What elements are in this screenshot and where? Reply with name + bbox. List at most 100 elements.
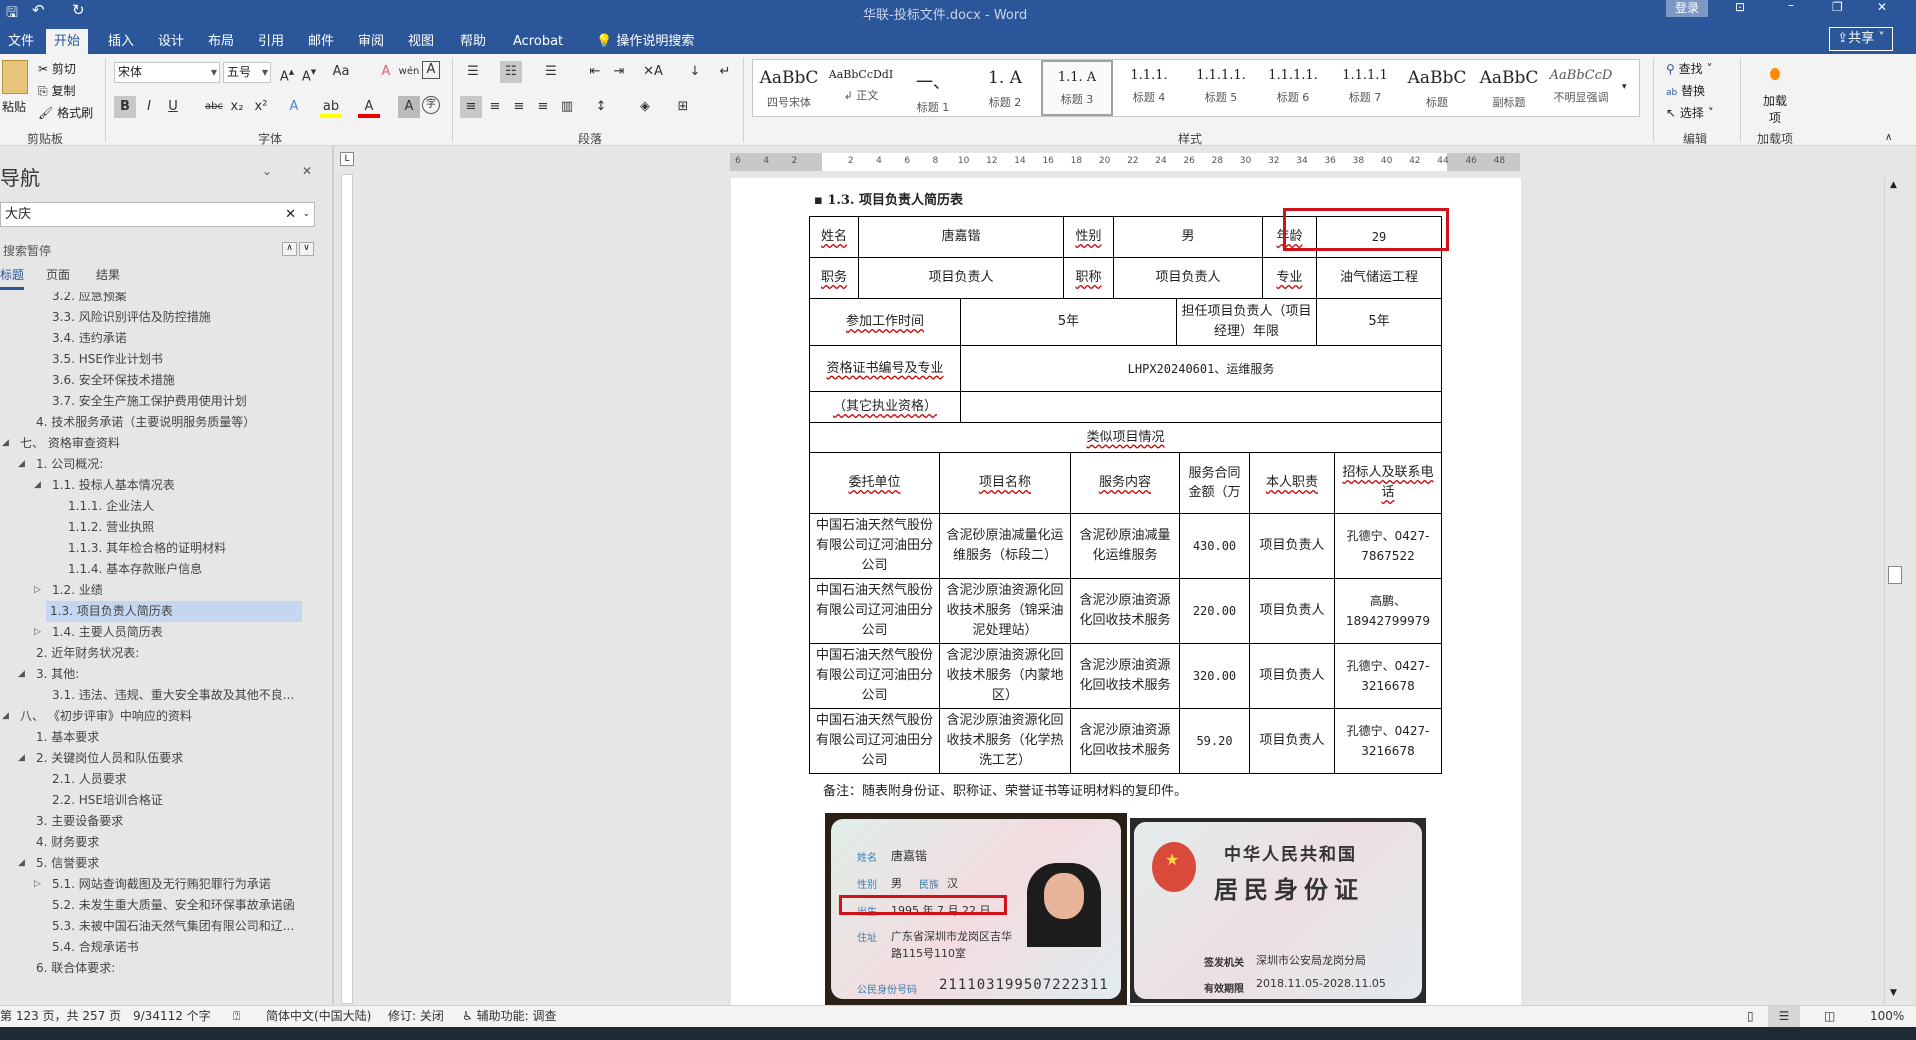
collapse-icon[interactable]: ◢ bbox=[2, 433, 9, 454]
italic-icon[interactable]: I bbox=[138, 96, 160, 118]
vertical-scrollbar[interactable]: ▲ ▼ bbox=[1884, 178, 1906, 1005]
style-3[interactable]: 1. A 标题 2 bbox=[969, 60, 1041, 116]
table-cell[interactable]: 项目负责人 bbox=[1249, 708, 1335, 774]
nav-item[interactable]: 2.2. HSE培训合格证 bbox=[0, 790, 320, 811]
text-effects-icon[interactable]: A bbox=[283, 96, 305, 118]
nav-item[interactable]: 2.1. 人员要求 bbox=[0, 769, 320, 790]
phonetic-guide-icon[interactable]: wén bbox=[398, 61, 420, 83]
font-color-icon[interactable]: A bbox=[358, 96, 380, 118]
close-icon[interactable]: ✕ bbox=[1877, 0, 1887, 14]
shading-icon[interactable]: ◈ bbox=[634, 96, 656, 118]
table-cell[interactable]: 项目负责人 bbox=[1249, 578, 1335, 644]
nav-item[interactable]: 1.1.2. 营业执照 bbox=[0, 517, 320, 538]
sex-value[interactable]: 男 bbox=[1113, 216, 1263, 258]
work-start-value[interactable]: 5年 bbox=[960, 298, 1177, 346]
nav-item[interactable]: 3.5. HSE作业计划书 bbox=[0, 349, 320, 370]
nav-tab-0[interactable]: 标题 bbox=[0, 266, 25, 290]
tab-2[interactable]: 插入 bbox=[100, 29, 142, 54]
tab-3[interactable]: 设计 bbox=[150, 29, 192, 54]
nav-item[interactable]: ◢ 3. 其他: bbox=[0, 664, 320, 685]
style-9[interactable]: AaBbC 标题 bbox=[1401, 60, 1473, 116]
tab-6[interactable]: 邮件 bbox=[300, 29, 342, 54]
font-size-select[interactable]: 五号 ▼ bbox=[223, 62, 271, 83]
title-value[interactable]: 项目负责人 bbox=[1113, 257, 1263, 299]
language[interactable]: 简体中文(中国大陆) bbox=[266, 1006, 371, 1027]
save-icon[interactable]: 🖫 bbox=[6, 2, 18, 26]
chinese-layout-icon[interactable]: ✕A bbox=[642, 61, 664, 83]
table-cell[interactable]: 430.00 bbox=[1179, 513, 1250, 579]
bold-icon[interactable]: B bbox=[114, 96, 136, 118]
align-center-icon[interactable]: ≡ bbox=[484, 96, 506, 118]
page-count[interactable]: 第 123 页，共 257 页 bbox=[0, 1006, 121, 1027]
accessibility-status[interactable]: ♿ 辅助功能: 调查 bbox=[462, 1006, 556, 1027]
tab-5[interactable]: 引用 bbox=[250, 29, 292, 54]
style-5[interactable]: 1.1.1. 标题 4 bbox=[1113, 60, 1185, 116]
grow-font-icon[interactable]: A▴ bbox=[276, 61, 298, 84]
share-button[interactable]: ⇪共享 ˅ bbox=[1829, 27, 1893, 51]
nav-tab-2[interactable]: 结果 bbox=[96, 266, 120, 283]
nav-item[interactable]: 3.1. 违法、违规、重大安全事故及其他不良... bbox=[0, 685, 320, 706]
bullets-icon[interactable]: ☰ bbox=[462, 61, 484, 83]
distributed-icon[interactable]: ▥ bbox=[556, 96, 578, 118]
cut-button[interactable]: ✂ 剪切 bbox=[38, 60, 76, 77]
nav-item[interactable]: ◢ 2. 关键岗位人员和队伍要求 bbox=[0, 748, 320, 769]
scroll-up-icon[interactable]: ▲ bbox=[1890, 180, 1897, 190]
justify-icon[interactable]: ≡ bbox=[532, 96, 554, 118]
tab-1[interactable]: 开始 bbox=[46, 29, 89, 54]
table-cell[interactable]: 中国石油天然气股份有限公司辽河油田分公司 bbox=[809, 513, 940, 579]
nav-item[interactable]: 2. 近年财务状况表: bbox=[0, 643, 320, 664]
align-left-icon[interactable]: ≡ bbox=[460, 96, 482, 118]
nav-item[interactable]: ◢ 5. 信誉要求 bbox=[0, 853, 320, 874]
nav-item[interactable]: 3.4. 违约承诺 bbox=[0, 328, 320, 349]
table-cell[interactable]: 含泥沙原油资源化回收技术服务（化学热洗工艺） bbox=[939, 708, 1071, 774]
table-cell[interactable]: 含泥沙原油资源化回收技术服务 bbox=[1070, 578, 1180, 644]
nav-item[interactable]: 1.1.4. 基本存款账户信息 bbox=[0, 559, 320, 580]
other-qual-value[interactable] bbox=[960, 391, 1442, 423]
chevron-down-icon[interactable]: ⌄ bbox=[302, 203, 310, 226]
style-4[interactable]: 1.1. A 标题 3 bbox=[1041, 60, 1113, 116]
read-mode-icon[interactable]: ▯ bbox=[1747, 1006, 1754, 1027]
sort-icon[interactable]: ↓ bbox=[684, 61, 706, 83]
addins-icon[interactable] bbox=[1770, 68, 1780, 80]
table-cell[interactable]: 含泥砂原油减量化运维服务（标段二） bbox=[939, 513, 1071, 579]
underline-icon[interactable]: U bbox=[162, 96, 184, 118]
shrink-font-icon[interactable]: A▾ bbox=[298, 61, 320, 84]
clear-search-icon[interactable]: ✕ bbox=[285, 203, 296, 226]
font-name-select[interactable]: 宋体 ▼ bbox=[114, 62, 220, 83]
table-cell[interactable]: 中国石油天然气股份有限公司辽河油田分公司 bbox=[809, 643, 940, 709]
char-border-icon[interactable]: A bbox=[422, 61, 440, 79]
nav-search-input[interactable]: 大庆 ✕ ⌄ bbox=[0, 202, 315, 227]
word-count[interactable]: 9/34112 个字 bbox=[133, 1006, 211, 1027]
name-value[interactable]: 唐嘉锴 bbox=[858, 216, 1064, 258]
scroll-thumb[interactable] bbox=[1888, 566, 1902, 584]
show-marks-icon[interactable]: ↵ bbox=[714, 61, 736, 83]
format-painter-button[interactable]: 🖌 格式刷 bbox=[38, 104, 93, 121]
minimize-icon[interactable]: – bbox=[1788, 0, 1794, 12]
proofing-icon[interactable]: ⍰ bbox=[233, 1006, 240, 1027]
nav-item[interactable]: 1. 基本要求 bbox=[0, 727, 320, 748]
copy-button[interactable]: ⎘ 复制 bbox=[38, 82, 75, 99]
nav-item[interactable]: 3.2. 应急预案 bbox=[0, 292, 320, 307]
nav-item[interactable]: ◢ 七、 资格审查资料 bbox=[0, 433, 320, 454]
expand-icon[interactable]: ▷ bbox=[34, 622, 41, 643]
collapse-icon[interactable]: ◢ bbox=[18, 454, 25, 475]
nav-scrollbar[interactable] bbox=[332, 146, 334, 1005]
collapse-icon[interactable]: ◢ bbox=[18, 664, 25, 685]
zoom-level[interactable]: 100% bbox=[1870, 1006, 1904, 1027]
find-button[interactable]: ⚲ 查找 ˅ bbox=[1666, 60, 1712, 77]
nav-tab-1[interactable]: 页面 bbox=[46, 266, 70, 283]
style-0[interactable]: AaBbC 四号宋体 bbox=[753, 60, 825, 116]
collapse-icon[interactable]: ◢ bbox=[2, 706, 9, 727]
table-cell[interactable]: 含泥砂原油减量化运维服务 bbox=[1070, 513, 1180, 579]
nav-item[interactable]: 4. 财务要求 bbox=[0, 832, 320, 853]
table-cell[interactable]: 含泥沙原油资源化回收技术服务（内蒙地区） bbox=[939, 643, 1071, 709]
superscript-icon[interactable]: x² bbox=[250, 96, 272, 118]
next-result-icon[interactable]: ∨ bbox=[299, 242, 314, 256]
nav-item[interactable]: 5.2. 未发生重大质量、安全和环保事故承诺函 bbox=[0, 895, 320, 916]
nav-item[interactable]: ▷ 1.2. 业绩 bbox=[0, 580, 320, 601]
nav-item[interactable]: ◢ 1. 公司概况: bbox=[0, 454, 320, 475]
horizontal-ruler[interactable]: 6 4 2 2 4 6 8 10 12 14 16 18 20 22 24 26 28 30 32 34 36 38 40 4… bbox=[730, 153, 1520, 171]
nav-item[interactable]: 5.3. 未被中国石油天然气集团有限公司和辽... bbox=[0, 916, 320, 937]
table-cell[interactable]: 中国石油天然气股份有限公司辽河油田分公司 bbox=[809, 708, 940, 774]
align-right-icon[interactable]: ≡ bbox=[508, 96, 530, 118]
